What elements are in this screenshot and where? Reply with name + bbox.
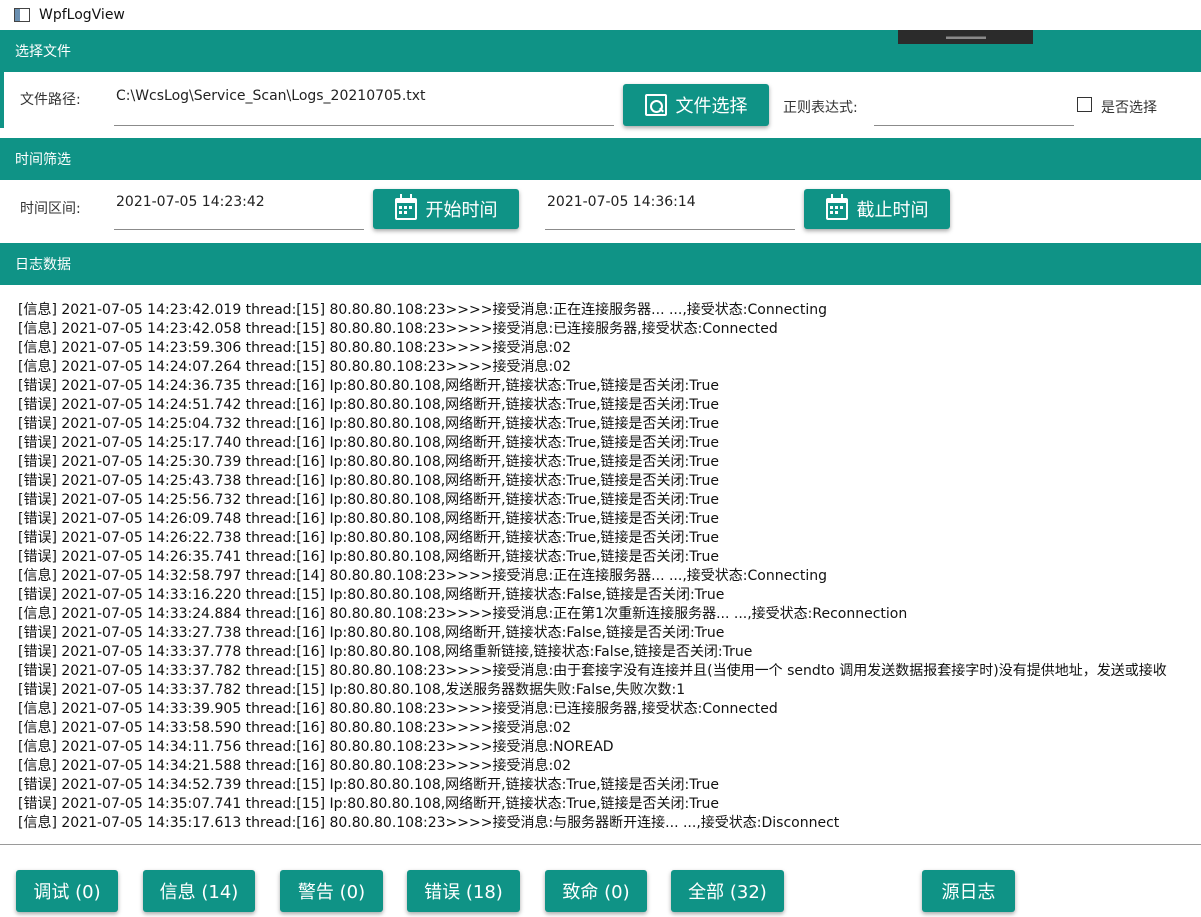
log-line: [错误] 2021-07-05 14:33:37.782 thread:[15]… xyxy=(18,663,1167,679)
log-line: [错误] 2021-07-05 14:33:37.782 thread:[15]… xyxy=(18,682,686,698)
log-line: [错误] 2021-07-05 14:25:43.738 thread:[16]… xyxy=(18,473,719,489)
log-line: [信息] 2021-07-05 14:34:21.588 thread:[16]… xyxy=(18,758,571,774)
start-time-button[interactable]: 开始时间 xyxy=(373,189,519,229)
end-time-button-label: 截止时间 xyxy=(856,200,929,221)
left-edge-accent xyxy=(0,72,4,128)
log-line: [信息] 2021-07-05 14:23:42.019 thread:[15]… xyxy=(18,302,828,318)
start-time-value: 2021-07-05 14:23:42 xyxy=(116,194,265,210)
log-line: [信息] 2021-07-05 14:23:42.058 thread:[15]… xyxy=(18,321,778,337)
filter-warning-button[interactable]: 警告 (0) xyxy=(280,870,383,912)
window-title: WpfLogView xyxy=(39,7,125,23)
file-path-input[interactable]: C:\WcsLog\Service_Scan\Logs_20210705.txt xyxy=(114,82,614,126)
filter-debug-button[interactable]: 调试 (0) xyxy=(16,870,118,912)
filter-info-button[interactable]: 信息 (14) xyxy=(143,870,255,912)
log-line: [信息] 2021-07-05 14:23:59.306 thread:[15]… xyxy=(18,340,571,356)
log-line: [错误] 2021-07-05 14:26:35.741 thread:[16]… xyxy=(18,549,719,565)
time-range-label: 时间区间: xyxy=(20,201,81,217)
log-line: [错误] 2021-07-05 14:25:17.740 thread:[16]… xyxy=(18,435,719,451)
section-header-time: 时间筛选 xyxy=(0,138,1201,180)
end-time-input[interactable]: 2021-07-05 14:36:14 xyxy=(545,188,795,230)
file-path-label: 文件路径: xyxy=(20,92,81,108)
log-line: [错误] 2021-07-05 14:25:30.739 thread:[16]… xyxy=(18,454,719,470)
file-select-button-label: 文件选择 xyxy=(675,96,748,117)
file-select-button[interactable]: 文件选择 xyxy=(623,84,769,126)
log-line: [错误] 2021-07-05 14:25:56.732 thread:[16]… xyxy=(18,492,719,508)
section-title-time: 时间筛选 xyxy=(15,152,71,168)
title-bar: WpfLogView xyxy=(0,0,1201,30)
calendar-icon xyxy=(825,194,848,220)
filter-all-button[interactable]: 全部 (32) xyxy=(671,870,784,912)
start-time-button-label: 开始时间 xyxy=(425,200,498,221)
log-line: [错误] 2021-07-05 14:24:36.735 thread:[16]… xyxy=(18,378,719,394)
app-window-icon xyxy=(14,8,30,22)
end-time-button[interactable]: 截止时间 xyxy=(804,189,950,229)
select-checkbox[interactable] xyxy=(1077,97,1092,112)
log-line: [信息] 2021-07-05 14:32:58.797 thread:[14]… xyxy=(18,568,828,584)
log-line: [错误] 2021-07-05 14:35:07.741 thread:[15]… xyxy=(18,796,719,812)
log-line: [信息] 2021-07-05 14:33:58.590 thread:[16]… xyxy=(18,720,571,736)
log-line: [信息] 2021-07-05 14:24:07.264 thread:[15]… xyxy=(18,359,571,375)
log-line: [错误] 2021-07-05 14:26:22.738 thread:[16]… xyxy=(18,530,719,546)
section-header-log: 日志数据 xyxy=(0,243,1201,285)
log-line: [信息] 2021-07-05 14:34:11.756 thread:[16]… xyxy=(18,739,614,755)
log-line: [错误] 2021-07-05 14:33:27.738 thread:[16]… xyxy=(18,625,725,641)
file-search-icon xyxy=(644,94,667,116)
regex-label: 正则表达式: xyxy=(783,100,858,116)
resize-grip[interactable] xyxy=(898,30,1033,44)
section-title-log: 日志数据 xyxy=(15,257,71,273)
log-line: [信息] 2021-07-05 14:33:24.884 thread:[16]… xyxy=(18,606,908,622)
file-path-value: C:\WcsLog\Service_Scan\Logs_20210705.txt xyxy=(116,88,426,104)
log-line: [信息] 2021-07-05 14:35:17.613 thread:[16]… xyxy=(18,815,840,831)
log-line: [错误] 2021-07-05 14:26:09.748 thread:[16]… xyxy=(18,511,719,527)
end-time-value: 2021-07-05 14:36:14 xyxy=(547,194,696,210)
select-checkbox-label: 是否选择 xyxy=(1101,100,1157,116)
start-time-input[interactable]: 2021-07-05 14:23:42 xyxy=(114,188,364,230)
regex-input[interactable] xyxy=(874,82,1074,126)
log-line: [错误] 2021-07-05 14:34:52.739 thread:[15]… xyxy=(18,777,719,793)
horizontal-scrollbar[interactable] xyxy=(0,844,1201,860)
log-line: [信息] 2021-07-05 14:33:39.905 thread:[16]… xyxy=(18,701,778,717)
section-title-file: 选择文件 xyxy=(15,44,71,60)
log-line: [错误] 2021-07-05 14:25:04.732 thread:[16]… xyxy=(18,416,719,432)
log-line: [错误] 2021-07-05 14:33:16.220 thread:[15]… xyxy=(18,587,725,603)
log-line: [错误] 2021-07-05 14:24:51.742 thread:[16]… xyxy=(18,397,719,413)
filter-fatal-button[interactable]: 致命 (0) xyxy=(545,870,647,912)
calendar-icon xyxy=(394,194,417,220)
source-log-button[interactable]: 源日志 xyxy=(922,870,1015,912)
log-list[interactable]: [信息] 2021-07-05 14:23:42.019 thread:[15]… xyxy=(0,284,1201,844)
log-line: [错误] 2021-07-05 14:33:37.778 thread:[16]… xyxy=(18,644,753,660)
filter-error-button[interactable]: 错误 (18) xyxy=(407,870,520,912)
